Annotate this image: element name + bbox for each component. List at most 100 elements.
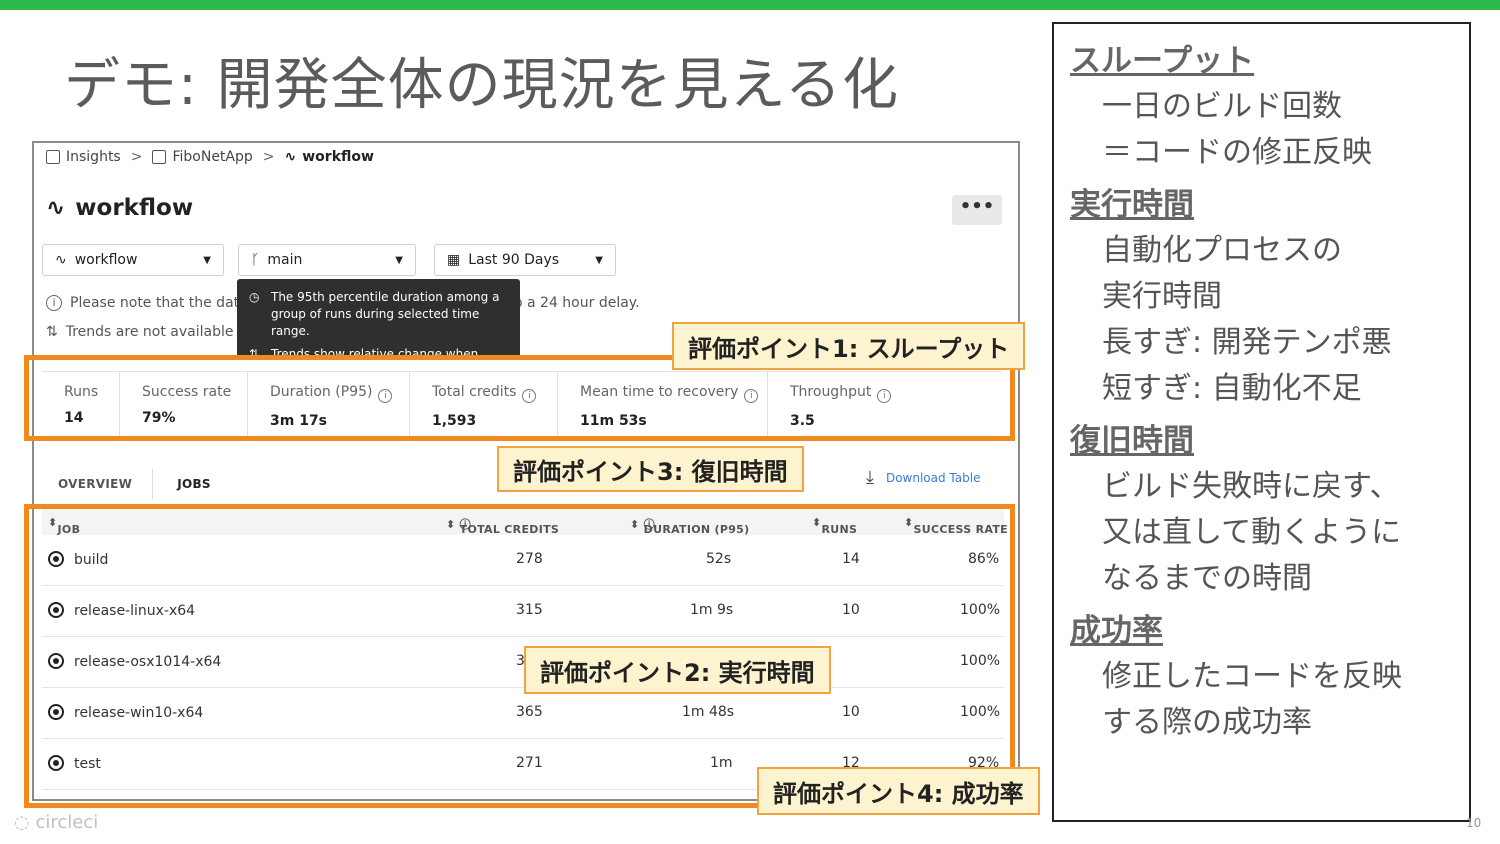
breadcrumb-insights[interactable]: Insights (66, 149, 121, 165)
explanation-panel: スループット 一日のビルド回数 ＝コードの修正反映 実行時間 自動化プロセスの … (1052, 22, 1471, 822)
table-row[interactable]: build 278 52s 14 86% (42, 535, 1004, 586)
job-name[interactable]: release-linux-x64 (48, 602, 195, 619)
job-icon (48, 653, 64, 669)
job-name[interactable]: release-osx1014-x64 (48, 653, 221, 670)
section-line: 又は直して動くように (1102, 515, 1402, 550)
table-row[interactable]: release-win10-x64 365 1m 48s 10 100% (42, 688, 1004, 739)
breadcrumb-workflow[interactable]: workflow (302, 149, 374, 165)
tab-divider (152, 469, 154, 499)
tab-overview[interactable]: OVERVIEW (48, 461, 142, 507)
calendar-icon: ▦ (447, 252, 461, 268)
branch-dropdown-value: main (267, 252, 303, 268)
metric-mttr: Mean time to recovery i 11m 53s (558, 372, 768, 438)
job-icon (48, 602, 64, 618)
date-range-dropdown[interactable]: ▦ Last 90 Days ▼ (434, 244, 616, 276)
job-name-text: release-linux-x64 (74, 603, 196, 619)
branch-dropdown[interactable]: ᚴ main ▼ (238, 244, 416, 276)
trends-text: Trends are not available fo (65, 324, 252, 340)
job-duration: 1m (710, 755, 733, 771)
metric-label: Mean time to recovery i (580, 384, 767, 403)
chevron-right-icon: > (262, 149, 275, 165)
metrics-row: Runs 14 Success rate 79% Duration (P95) i… (42, 371, 1002, 439)
job-success: 86% (968, 551, 1000, 567)
job-credits: 278 (516, 551, 543, 567)
section-line: なるまでの時間 (1102, 561, 1312, 596)
insights-icon (46, 150, 60, 164)
caret-down-icon: ▼ (595, 254, 603, 266)
job-name-text: release-osx1014-x64 (74, 654, 222, 670)
metric-value: 11m 53s (580, 413, 647, 429)
job-success: 100% (960, 602, 1001, 618)
branch-icon: ᚴ (251, 252, 260, 268)
table-row[interactable]: release-linux-x64 315 1m 9s 10 100% (42, 586, 1004, 637)
callout-duration: 評価ポイント2: 実行時間 (524, 646, 831, 694)
more-options-button[interactable]: ••• (952, 195, 1002, 225)
col-total-credits[interactable]: ⬍ TOTAL CREDITS ⓘ (446, 516, 559, 536)
info-icon[interactable]: i (877, 389, 892, 403)
metric-duration: Duration (P95) i 3m 17s (248, 372, 410, 438)
section-line: 一日のビルド回数 (1102, 89, 1342, 124)
duration-tooltip: ◷ The 95th percentile duration among a gr… (237, 279, 520, 360)
col-success-rate[interactable]: ⬍ SUCCESS RATE (904, 516, 1008, 536)
job-name[interactable]: build (48, 551, 108, 568)
job-duration: 52s (706, 551, 732, 567)
callout-recovery: 評価ポイント3: 復旧時間 (497, 446, 804, 492)
metric-value: 3.5 (790, 413, 815, 429)
metric-label-text: Mean time to recovery (580, 384, 739, 400)
project-icon (152, 150, 167, 164)
job-name[interactable]: release-win10-x64 (48, 704, 203, 721)
tab-jobs[interactable]: JOBS (163, 461, 225, 507)
data-delay-note-tail: o a 24 hour delay. (514, 295, 640, 311)
metric-label: Total credits i (432, 384, 557, 403)
workflow-dropdown[interactable]: ∿ workflow ▼ (42, 244, 224, 276)
callout-throughput: 評価ポイント1: スループット (672, 322, 1026, 370)
section-title: 実行時間 (1070, 187, 1194, 223)
breadcrumb: Insights > FiboNetApp > ∿ workflow (46, 149, 374, 165)
job-credits: 365 (516, 704, 543, 720)
job-success: 100% (960, 653, 1001, 669)
workflow-dropdown-value: workflow (74, 252, 138, 268)
info-icon[interactable]: i (744, 389, 759, 403)
job-name-text: build (74, 552, 109, 568)
col-job[interactable]: ⬍ JOB (48, 516, 80, 536)
job-runs: 10 (842, 602, 860, 618)
info-icon[interactable]: i (522, 389, 537, 403)
data-delay-tail-text: o a 24 hour delay. (514, 295, 640, 311)
workflow-icon: ∿ (55, 252, 67, 268)
metric-runs: Runs 14 (42, 372, 120, 438)
job-icon (48, 704, 64, 720)
metric-label: Runs (64, 384, 99, 400)
job-name-text: test (74, 756, 101, 772)
col-duration[interactable]: ⬍ DURATION (P95) ⓘ (630, 516, 749, 536)
section-title: 成功率 (1070, 613, 1163, 649)
section-recovery: 復旧時間 ビルド失敗時に戻す、 又は直して動くように なるまでの時間 (1070, 418, 1469, 602)
job-name[interactable]: test (48, 755, 101, 772)
info-icon: i (46, 295, 62, 311)
download-label: Download Table (885, 470, 981, 485)
caret-down-icon: ▼ (203, 254, 211, 266)
col-runs[interactable]: ⬍ RUNS (812, 516, 857, 536)
job-duration: 1m 48s (682, 704, 735, 720)
page-title: ∿ workflow (46, 195, 193, 221)
section-line: ビルド失敗時に戻す、 (1102, 469, 1400, 504)
section-title: スループット (1070, 43, 1255, 79)
job-icon (48, 551, 64, 567)
metric-label: Success rate (142, 384, 232, 400)
section-throughput: スループット 一日のビルド回数 ＝コードの修正反映 (1070, 38, 1469, 176)
breadcrumb-project[interactable]: FiboNetApp (172, 149, 252, 165)
stopwatch-icon: ◷ (249, 290, 260, 304)
job-icon (48, 755, 64, 771)
workflow-icon: ∿ (46, 195, 66, 221)
metric-total-credits: Total credits i 1,593 (410, 372, 558, 438)
metric-throughput: Throughput i 3.5 (768, 372, 1002, 438)
circleci-logo: ◌ circleci (14, 812, 99, 833)
metric-label-text: Total credits (432, 384, 517, 400)
workflow-icon: ∿ (284, 149, 297, 165)
table-row[interactable]: release-osx1014-x64 3 100% (42, 637, 1004, 688)
download-table-button[interactable]: ⤓ Download Table (866, 467, 980, 488)
metric-value: 79% (142, 410, 176, 426)
page-title-text: workflow (75, 195, 194, 221)
trends-note: ⇅ Trends are not available fo (46, 324, 251, 340)
callout-success-rate: 評価ポイント4: 成功率 (757, 767, 1040, 815)
info-icon[interactable]: i (378, 389, 393, 403)
